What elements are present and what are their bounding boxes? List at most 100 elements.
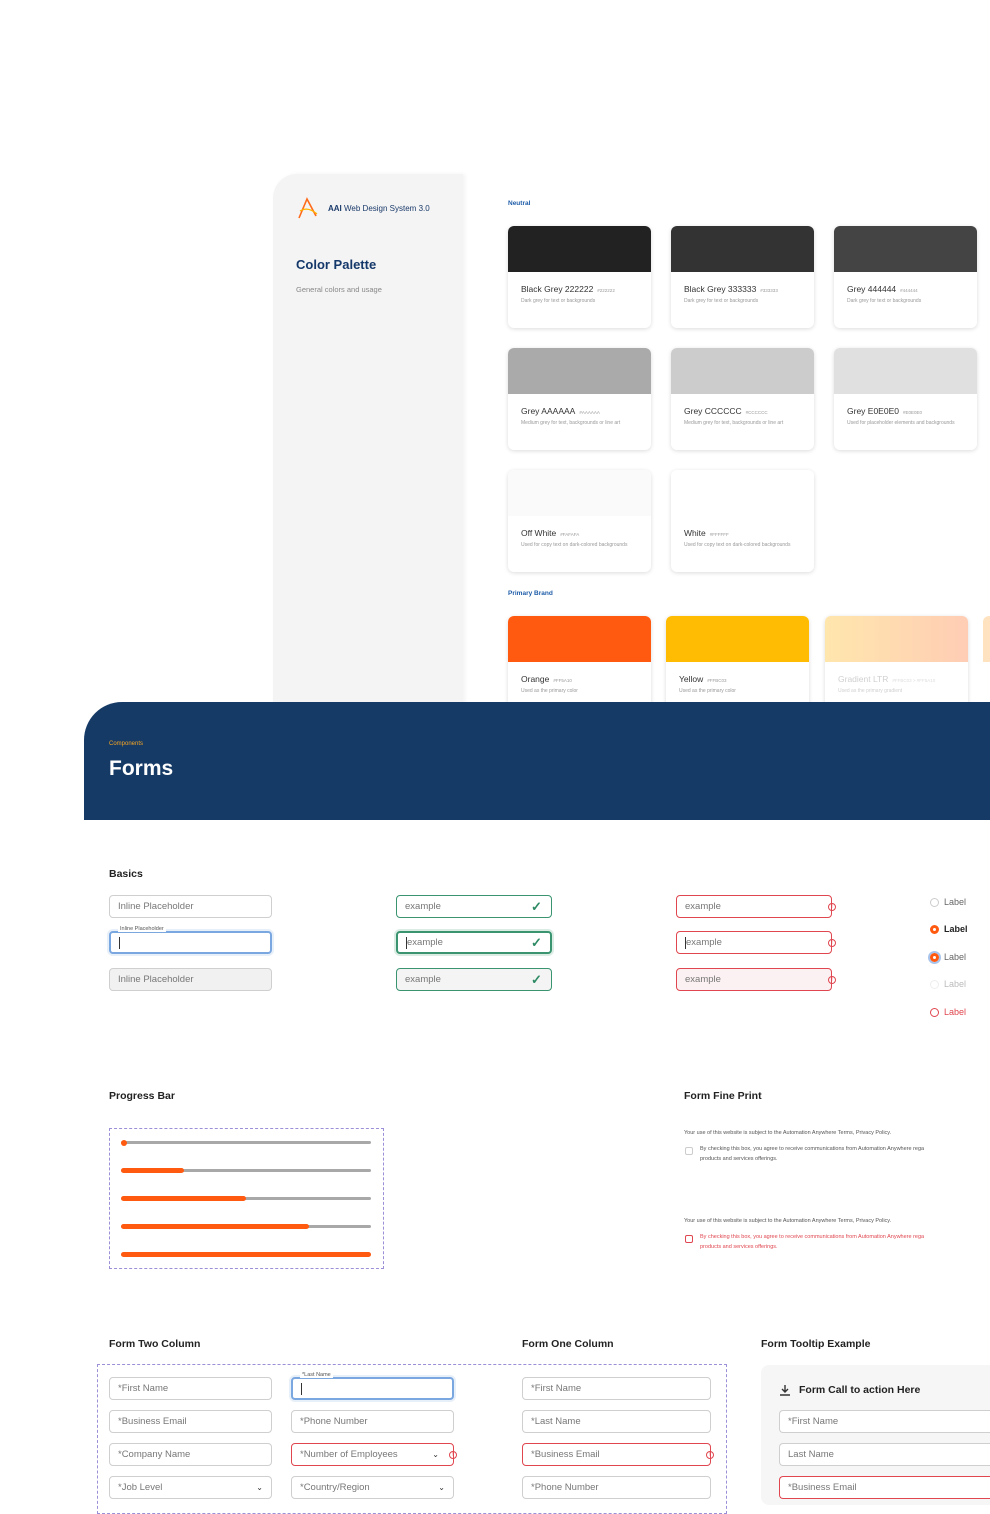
check-icon: ✓ bbox=[531, 972, 542, 987]
business-email-input[interactable]: *Business Email bbox=[522, 1443, 711, 1466]
color-card: Black Grey 222222 #222222 Dark grey for t… bbox=[508, 226, 651, 328]
select-value: *Number of Employees bbox=[300, 1449, 398, 1460]
progress-fill bbox=[121, 1168, 184, 1173]
input-value: example bbox=[686, 937, 722, 948]
input-placeholder: Inline Placeholder bbox=[118, 974, 194, 985]
chevron-down-icon: ⌄ bbox=[438, 1483, 445, 1492]
text-input-success-focused[interactable]: example bbox=[396, 931, 552, 954]
input-placeholder: *Company Name bbox=[118, 1449, 191, 1460]
company-name-input[interactable]: *Company Name bbox=[109, 1443, 272, 1466]
radio-error[interactable] bbox=[930, 1008, 939, 1017]
last-name-input[interactable]: Last Name bbox=[779, 1443, 990, 1466]
color-swatch bbox=[508, 616, 651, 662]
input-value: example bbox=[405, 901, 441, 912]
last-name-input[interactable] bbox=[291, 1377, 454, 1400]
input-placeholder: *Business Email bbox=[531, 1449, 600, 1460]
employees-select[interactable]: *Number of Employees ⌄ bbox=[291, 1443, 454, 1466]
color-desc: Used as the primary gradient bbox=[838, 688, 903, 694]
color-card: Grey CCCCCC #CCCCCC Medium grey for text,… bbox=[671, 348, 814, 450]
select-value: *Country/Region bbox=[300, 1482, 370, 1493]
radio-label: Label bbox=[944, 952, 967, 962]
cta-heading: Form Call to action Here bbox=[779, 1384, 920, 1396]
phone-number-input[interactable]: *Phone Number bbox=[291, 1410, 454, 1433]
cta-title: Form Call to action Here bbox=[799, 1384, 921, 1396]
header-eyebrow: Components bbox=[109, 741, 144, 747]
text-input-default[interactable]: Inline Placeholder bbox=[109, 895, 272, 918]
consent-checkbox-error[interactable] bbox=[685, 1235, 693, 1243]
consent-checkbox[interactable] bbox=[685, 1147, 693, 1155]
color-name: Grey 444444 bbox=[847, 284, 897, 294]
input-placeholder: Last Name bbox=[788, 1449, 834, 1460]
color-hex: #CCCCCC bbox=[745, 410, 768, 415]
first-name-input[interactable]: *First Name bbox=[522, 1377, 711, 1400]
color-desc: Medium grey for text, backgrounds or lin… bbox=[684, 420, 784, 426]
radio-label: Label bbox=[944, 1007, 967, 1017]
progress-title: Progress Bar bbox=[109, 1090, 175, 1102]
text-input-success[interactable]: example bbox=[396, 895, 552, 918]
color-name: Grey CCCCCC bbox=[684, 406, 742, 416]
color-name: Grey AAAAAA bbox=[521, 406, 576, 416]
color-desc: Used for placeholder elements and backgr… bbox=[847, 420, 955, 426]
radio-unchecked[interactable] bbox=[930, 898, 939, 907]
color-card: Grey E0E0E0 #E0E0E0 Used for placeholder … bbox=[834, 348, 977, 450]
progress-track bbox=[121, 1196, 371, 1201]
first-name-input[interactable]: *First Name bbox=[109, 1377, 272, 1400]
progress-track bbox=[121, 1139, 371, 1146]
business-email-input[interactable]: *Business Email bbox=[109, 1410, 272, 1433]
color-swatch bbox=[671, 470, 814, 516]
color-hex: #444444 bbox=[900, 288, 918, 293]
text-caret bbox=[301, 1382, 302, 1395]
color-desc: Used as the primary color bbox=[521, 688, 578, 694]
color-desc: Dark grey for text or backgrounds bbox=[684, 298, 759, 304]
error-icon: ! bbox=[706, 1451, 714, 1459]
radio-checked-focused[interactable] bbox=[930, 953, 939, 962]
color-swatch bbox=[671, 226, 814, 272]
error-icon: ! bbox=[449, 1451, 457, 1459]
input-value: example bbox=[405, 974, 441, 985]
header-title: Forms bbox=[109, 757, 174, 780]
color-name: Black Grey 333333 bbox=[684, 284, 757, 294]
text-input-error[interactable]: example bbox=[676, 895, 832, 918]
progress-fill bbox=[121, 1196, 246, 1201]
input-placeholder: *Phone Number bbox=[300, 1416, 368, 1427]
color-swatch bbox=[834, 348, 977, 394]
color-desc: Used as the primary color bbox=[679, 688, 736, 694]
color-name: Off White bbox=[521, 528, 557, 538]
phone-number-input[interactable]: *Phone Number bbox=[522, 1476, 711, 1499]
first-name-input[interactable]: *First Name bbox=[779, 1410, 990, 1433]
color-swatch bbox=[666, 616, 809, 662]
radio-disabled bbox=[930, 980, 939, 989]
chevron-down-icon: ⌄ bbox=[432, 1450, 439, 1459]
text-input-error-focused[interactable]: example bbox=[676, 931, 832, 954]
color-swatch bbox=[508, 470, 651, 516]
color-desc: Medium grey for text, backgrounds or lin… bbox=[521, 420, 621, 426]
color-hex: #FFBC03 bbox=[707, 678, 727, 683]
color-swatch bbox=[825, 616, 968, 662]
color-hex: #FAFAFA bbox=[560, 532, 580, 537]
business-email-input[interactable]: *Business Email bbox=[779, 1476, 990, 1499]
input-placeholder: *First Name bbox=[118, 1383, 169, 1394]
one-col-title: Form One Column bbox=[522, 1338, 614, 1350]
color-desc: Dark grey for text or backgrounds bbox=[521, 298, 596, 304]
section-label-neutral: Neutral bbox=[508, 200, 531, 207]
input-placeholder: *First Name bbox=[531, 1383, 582, 1394]
input-placeholder: *Last Name bbox=[531, 1416, 581, 1427]
consent-text: By checking this box, you agree to recei… bbox=[700, 1146, 925, 1152]
color-desc: Dark grey for text or backgrounds bbox=[847, 298, 922, 304]
progress-fill bbox=[121, 1224, 309, 1229]
last-name-input[interactable]: *Last Name bbox=[522, 1410, 711, 1433]
error-icon: ! bbox=[828, 939, 836, 947]
error-icon: ! bbox=[828, 976, 836, 984]
job-level-select[interactable]: *Job Level ⌄ bbox=[109, 1476, 272, 1499]
floating-label: *Last Name bbox=[300, 1372, 333, 1378]
color-name: Gradient LTR bbox=[838, 674, 889, 684]
color-swatch bbox=[508, 226, 651, 272]
color-hex: #FF5A10 bbox=[553, 678, 572, 683]
text-input-success-disabled: example bbox=[396, 968, 552, 991]
select-value: *Job Level bbox=[118, 1482, 163, 1493]
radio-checked[interactable] bbox=[930, 925, 939, 934]
text-input-focused[interactable] bbox=[109, 931, 272, 954]
radio-label: Label bbox=[944, 897, 967, 907]
color-hex: #AAAAAA bbox=[579, 410, 600, 415]
country-select[interactable]: *Country/Region ⌄ bbox=[291, 1476, 454, 1499]
